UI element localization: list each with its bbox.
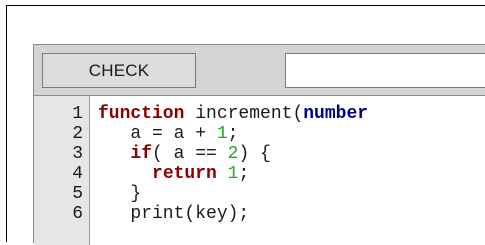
code-line: a = a + 1; [98,124,238,144]
code-token-keyword: function [98,104,185,124]
code-line: return 1; [98,164,249,184]
code-line: } [98,184,141,204]
line-number: 6 [72,204,83,224]
code-token-plain: ( a == [152,144,228,164]
code-area[interactable]: function increment(number a = a + 1; if(… [98,96,485,245]
code-line: if( a == 2) { [98,144,271,164]
exercise-frame: CHECK 123456 function increment(number a… [6,5,485,245]
code-token-plain: ; [227,124,239,144]
line-number: 5 [72,184,83,204]
code-token-plain: ; [238,164,250,184]
code-line: print(key); [98,204,249,224]
check-button[interactable]: CHECK [42,53,196,88]
code-token-number: 2 [227,144,239,164]
code-token-plain: print(key); [98,204,250,224]
code-token-number: 1 [216,124,228,144]
code-token-plain: } [98,184,142,204]
code-token-plain: ) { [238,144,271,164]
code-token-plain: increment( [184,104,304,124]
code-token-number: 1 [227,164,239,184]
line-number: 1 [72,104,83,124]
code-token-keyword: return [152,164,217,184]
code-token-type: number [303,104,369,124]
code-token-plain: a = a + [98,124,217,144]
line-number: 2 [72,124,83,144]
line-number-gutter: 123456 [34,96,90,245]
code-line: function increment(number [98,104,368,124]
answer-input[interactable] [285,53,485,88]
line-number: 4 [72,164,83,184]
toolbar: CHECK [34,45,485,95]
code-token-keyword: if [130,144,153,164]
line-number: 3 [72,144,83,164]
code-editor[interactable]: 123456 function increment(number a = a +… [34,95,485,245]
code-exercise-panel: CHECK 123456 function increment(number a… [33,44,485,245]
